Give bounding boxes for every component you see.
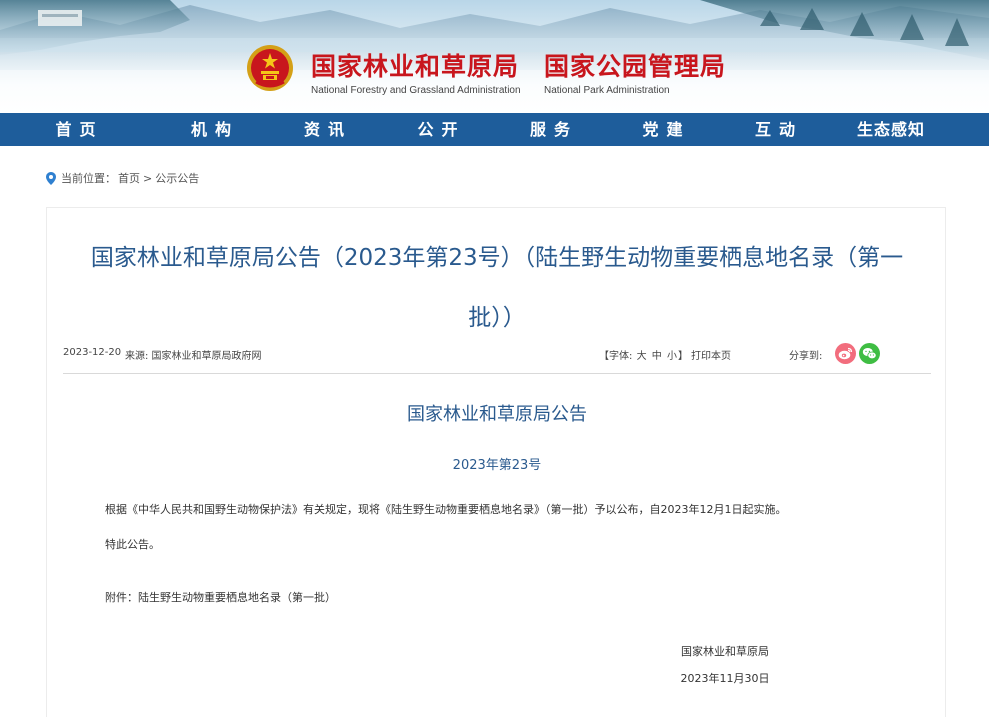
location-pin-icon bbox=[46, 171, 56, 185]
breadcrumb-home-link[interactable]: 首页 bbox=[118, 170, 140, 186]
breadcrumb: 当前位置： 首页 > 公示公告 bbox=[46, 170, 199, 186]
nav-item-party[interactable]: 党建 bbox=[610, 113, 723, 146]
nav-item-home[interactable]: 首页 bbox=[0, 113, 159, 146]
article-title-line1: 国家林业和草原局公告（2023年第23号）（陆生野生动物重要栖息地名录（第一 bbox=[90, 245, 904, 271]
site-name-forestry: 国家林业和草原局 bbox=[311, 52, 520, 81]
font-size-controls: 【字体: 大 中 小】 bbox=[599, 347, 688, 362]
signature-date: 2023年11月30日 bbox=[680, 672, 770, 685]
nav-item-service[interactable]: 服务 bbox=[498, 113, 610, 146]
national-emblem-icon bbox=[247, 45, 293, 91]
main-nav: 首页 机构 资讯 公开 服务 党建 互动 生态感知 bbox=[0, 113, 989, 146]
header-banner: 国家林业和草原局 National Forestry and Grassland… bbox=[0, 0, 989, 113]
share-label: 分享到: bbox=[789, 351, 823, 362]
attachment-link[interactable]: 附件：陆生野生动物重要栖息地名录（第一批） bbox=[105, 589, 336, 605]
site-name-park-en: National Park Administration bbox=[544, 85, 670, 96]
wechat-icon[interactable] bbox=[859, 343, 880, 364]
body-closing: 特此公告。 bbox=[105, 538, 160, 551]
body-paragraph: 根据《中华人民共和国野生动物保护法》有关规定，现将《陆生野生动物重要栖息地名录》… bbox=[105, 503, 787, 516]
article-source: 来源: 国家林业和草原局政府网 bbox=[125, 351, 262, 362]
document-heading: 国家林业和草原局公告 bbox=[407, 404, 587, 425]
meta-divider bbox=[63, 373, 931, 374]
article-title: 国家林业和草原局公告（2023年第23号）（陆生野生动物重要栖息地名录（第一 批… bbox=[63, 228, 931, 348]
print-button[interactable]: 打印本页 bbox=[691, 347, 731, 362]
site-name-forestry-en: National Forestry and Grassland Administ… bbox=[311, 85, 521, 96]
breadcrumb-current-link[interactable]: 公示公告 bbox=[155, 170, 199, 186]
breadcrumb-separator: > bbox=[143, 171, 153, 185]
weibo-icon[interactable] bbox=[835, 343, 856, 364]
font-size-medium-button[interactable]: 中 bbox=[652, 351, 662, 362]
site-name-park: 国家公园管理局 bbox=[544, 52, 727, 81]
font-size-label: 【字体: bbox=[599, 351, 633, 362]
nav-item-disclosure[interactable]: 公开 bbox=[385, 113, 498, 146]
breadcrumb-prefix: 当前位置： bbox=[61, 172, 116, 185]
font-size-small-button[interactable]: 小 bbox=[667, 351, 677, 362]
font-size-close: 】 bbox=[677, 351, 688, 362]
nav-item-interaction[interactable]: 互动 bbox=[723, 113, 835, 146]
signature: 国家林业和草原局 bbox=[681, 645, 769, 658]
article-meta: 2023-12-20 来源: 国家林业和草原局政府网 【字体: 大 中 小】 打… bbox=[63, 343, 931, 364]
nav-item-organization[interactable]: 机构 bbox=[159, 113, 271, 146]
nav-item-ecology[interactable]: 生态感知 bbox=[835, 113, 947, 146]
article-title-line2: 批）） bbox=[468, 305, 526, 331]
nav-item-news[interactable]: 资讯 bbox=[271, 113, 385, 146]
font-size-large-button[interactable]: 大 bbox=[637, 351, 647, 362]
document-number: 2023年第23号 bbox=[452, 458, 542, 473]
article-container: 国家林业和草原局公告（2023年第23号）（陆生野生动物重要栖息地名录（第一 批… bbox=[46, 207, 946, 717]
publish-date: 2023-12-20 bbox=[63, 347, 122, 358]
